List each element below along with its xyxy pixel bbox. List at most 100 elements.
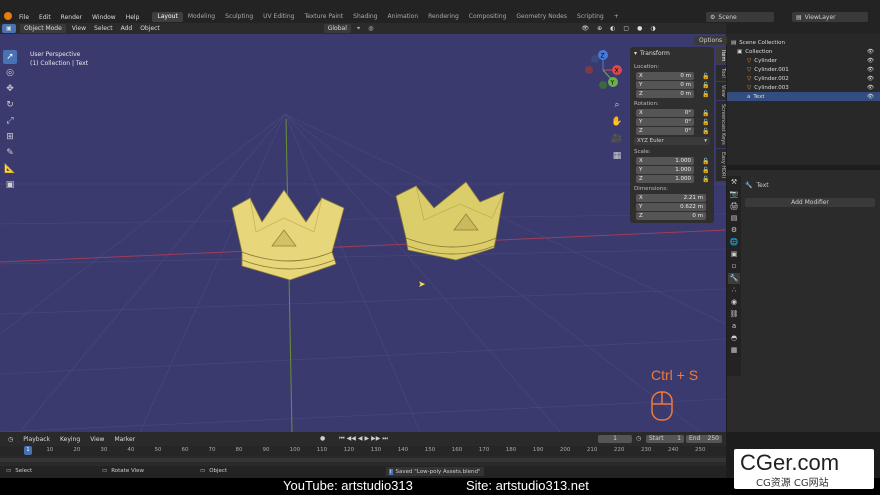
outliner-row-text[interactable]: a Text 👁 [727,92,880,101]
transform-orientation-dropdown[interactable]: Global [323,24,351,33]
scale-z-field[interactable]: Z 1.000 [636,175,694,183]
rotation-mode-dropdown[interactable]: XYZ Euler ▾ [634,137,710,145]
location-y-field[interactable]: Y0 m [636,81,694,89]
tab-compositing[interactable]: Compositing [464,12,512,22]
tab-view[interactable]: View [716,82,726,100]
menu-keying[interactable]: Keying [56,436,84,443]
output-tab-icon[interactable]: 🖨 [728,201,740,212]
menu-help[interactable]: Help [121,14,145,21]
timeline-scrollbar[interactable] [0,458,726,462]
start-frame-field[interactable]: Start 1 [646,435,684,443]
lock-icon[interactable]: 🔓 [702,82,709,89]
xray-icon[interactable]: ▢ [619,25,633,32]
shading-solid-icon[interactable]: ● [633,25,646,32]
tab-animation[interactable]: Animation [383,12,424,22]
tab-item[interactable]: Item [716,47,726,65]
dimension-y-field[interactable]: Y 0.622 m [636,203,706,211]
render-tab-icon[interactable]: 📷 [728,189,740,200]
play-icon[interactable]: ▶ [365,435,370,443]
rotation-x-field[interactable]: X 0° [636,109,694,117]
tab-sculpting[interactable]: Sculpting [220,12,258,22]
menu-edit[interactable]: Edit [34,14,56,21]
view-layer-selector[interactable]: ▤ ViewLayer [792,12,868,22]
visibility-icon[interactable]: 👁 [578,25,594,32]
timeline-ruler[interactable]: 10 20 30 40 50 60 70 80 90 100 110 120 130 140 150 160 1… [0,446,726,456]
visibility-eye-icon[interactable]: 👁 [867,67,874,73]
outliner-row-cylinder-001[interactable]: ▽ Cylinder.001 👁 [727,65,880,74]
texture-tab-icon[interactable]: ▦ [728,345,740,356]
tab-scripting[interactable]: Scripting [572,12,609,22]
location-x-field[interactable]: X0 m [636,72,694,80]
rotation-y-field[interactable]: Y 0° [636,118,694,126]
navigation-gizmo[interactable]: X Z Y [584,50,624,92]
tab-screencast-keys[interactable]: Screencast Keys [716,100,726,148]
menu-window[interactable]: Window [87,14,121,21]
data-tab-icon[interactable]: a [728,321,740,332]
visibility-eye-icon[interactable]: 👁 [867,94,874,100]
physics-tab-icon[interactable]: ◉ [728,297,740,308]
constraints-tab-icon[interactable]: ⛓ [728,309,740,320]
tab-geometry-nodes[interactable]: Geometry Nodes [511,12,572,22]
snap-icon[interactable]: ⌖ [353,25,364,33]
current-frame-field[interactable]: 1 [598,435,632,443]
outliner-row-cylinder-003[interactable]: ▽ Cylinder.003 👁 [727,83,880,92]
scale-tool-icon[interactable]: ⤢ [3,114,17,128]
world-tab-icon[interactable]: 🌐 [728,237,740,248]
options-dropdown[interactable]: Options [694,36,728,45]
visibility-eye-icon[interactable]: 👁 [867,76,874,82]
outliner-row-collection[interactable]: ▣ Collection 👁 [727,47,880,56]
lock-icon[interactable]: 🔓 [702,158,709,165]
shading-material-icon[interactable]: ◑ [646,25,659,32]
gizmo-toggle-icon[interactable]: ⊕ [593,25,606,32]
jump-start-icon[interactable]: ⏮ [339,435,344,443]
material-tab-icon[interactable]: ◓ [728,333,740,344]
select-tool-icon[interactable]: ➚ [3,50,17,64]
outliner-row-cylinder[interactable]: ▽ Cylinder 👁 [727,56,880,65]
annotate-tool-icon[interactable]: ✎ [3,146,17,160]
tab-easy-hdri[interactable]: Easy HDRI [716,148,726,181]
measure-tool-icon[interactable]: 📐 [3,162,17,176]
camera-view-icon[interactable]: 🎥 [610,132,624,146]
tool-tab-icon[interactable]: ⚒ [728,177,740,188]
tab-rendering[interactable]: Rendering [423,12,464,22]
object-tab-icon[interactable]: ▫ [728,261,740,272]
menu-object[interactable]: Object [136,25,164,32]
visibility-eye-icon[interactable]: 👁 [867,49,874,55]
dimension-z-field[interactable]: Z0 m [636,212,706,220]
overlay-toggle-icon[interactable]: ◐ [606,25,619,32]
menu-select[interactable]: Select [90,25,117,32]
lock-icon[interactable]: 🔓 [702,110,709,117]
3d-viewport[interactable]: ➤ X Z Y ⌕ ✋ 🎥 ▦ Ctrl + S [0,34,726,432]
transform-header[interactable]: ▾ Transform [634,50,670,57]
add-modifier-button[interactable]: Add Modifier [745,198,875,207]
stopwatch-icon[interactable]: ◷ [636,435,641,442]
visibility-eye-icon[interactable]: 👁 [867,58,874,64]
prev-key-icon[interactable]: ◀◀ [347,435,356,443]
crown-model-right[interactable] [394,178,508,264]
modifier-tab-icon[interactable]: 🔧 [728,273,740,284]
lock-icon[interactable]: 🔓 [702,176,709,183]
scale-x-field[interactable]: X 1.000 [636,157,694,165]
timeline-editor-icon[interactable]: ◷ [4,436,17,443]
tab-uv-editing[interactable]: UV Editing [258,12,299,22]
zoom-icon[interactable]: ⌕ [610,98,624,112]
lock-icon[interactable]: 🔓 [702,119,709,126]
transform-tool-icon[interactable]: ⊞ [3,130,17,144]
move-tool-icon[interactable]: ✥ [3,82,17,96]
add-workspace-button[interactable]: + [609,12,624,22]
pan-hand-icon[interactable]: ✋ [610,115,624,129]
crown-model-left[interactable] [226,188,348,284]
outliner-row-cylinder-002[interactable]: ▽ Cylinder.002 👁 [727,74,880,83]
play-reverse-icon[interactable]: ◀ [358,435,363,443]
dimension-x-field[interactable]: X 2.21 m [636,194,706,202]
rotation-z-field[interactable]: Z 0° [636,127,694,135]
menu-timeline-view[interactable]: View [86,436,108,443]
lock-icon[interactable]: 🔓 [702,167,709,174]
next-key-icon[interactable]: ▶▶ [371,435,380,443]
editor-type-button[interactable]: ▣ [2,24,16,33]
proportional-edit-icon[interactable]: ◎ [364,25,377,32]
scene-tab-icon[interactable]: ⚙ [728,225,740,236]
blender-logo-icon[interactable] [4,12,12,20]
record-icon[interactable]: ● [320,435,325,443]
lock-icon[interactable]: 🔓 [702,91,709,98]
